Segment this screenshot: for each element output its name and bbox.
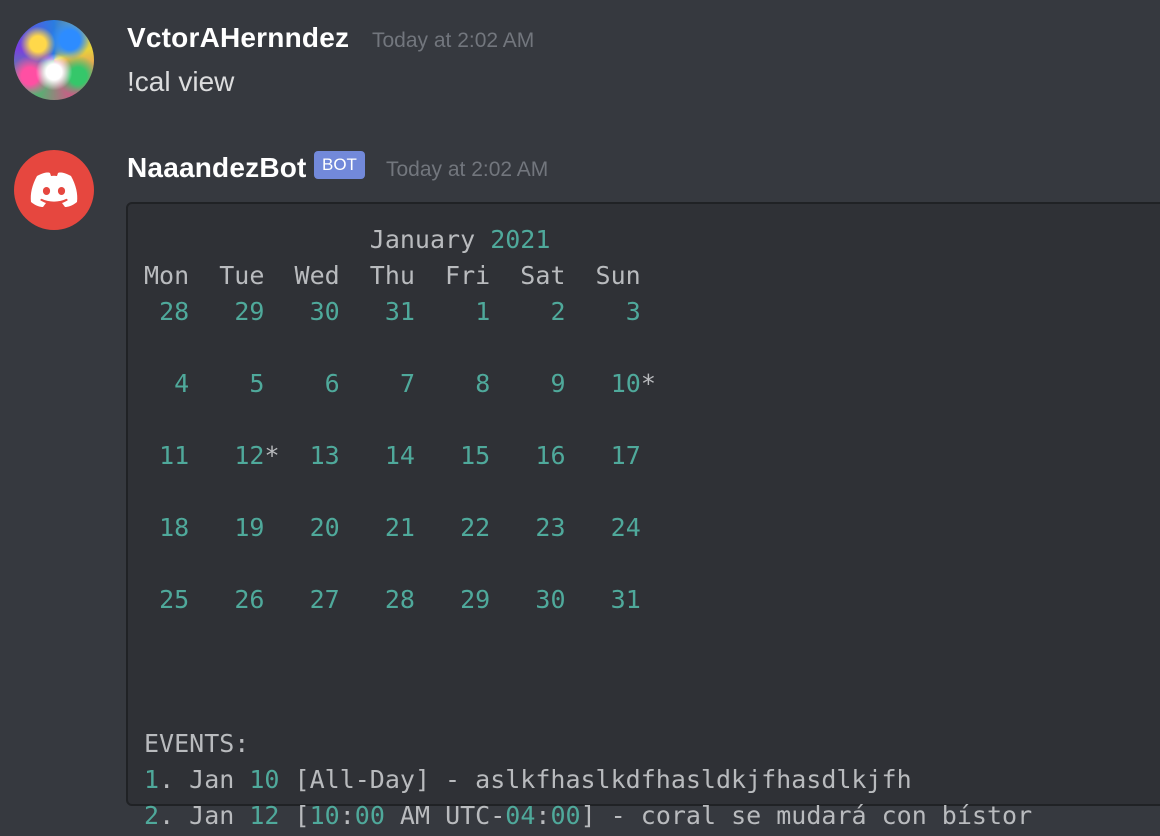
bot-avatar[interactable]: [14, 150, 94, 230]
message-timestamp: Today at 2:02 AM: [372, 29, 535, 52]
calendar-codeblock: January 2021 Mon Tue Wed Thu Fri Sat Sun…: [126, 202, 1160, 830]
message-timestamp: Today at 2:02 AM: [386, 158, 549, 181]
discord-logo-icon: [30, 172, 78, 207]
message-text: !cal view: [127, 66, 235, 97]
username[interactable]: VctorAHernndez: [127, 22, 349, 54]
user-avatar[interactable]: [14, 20, 94, 100]
calendar-text: January 2021 Mon Tue Wed Thu Fri Sat Sun…: [144, 225, 1033, 830]
bot-badge: BOT: [314, 151, 365, 179]
bot-name[interactable]: NaaandezBot: [127, 152, 307, 184]
